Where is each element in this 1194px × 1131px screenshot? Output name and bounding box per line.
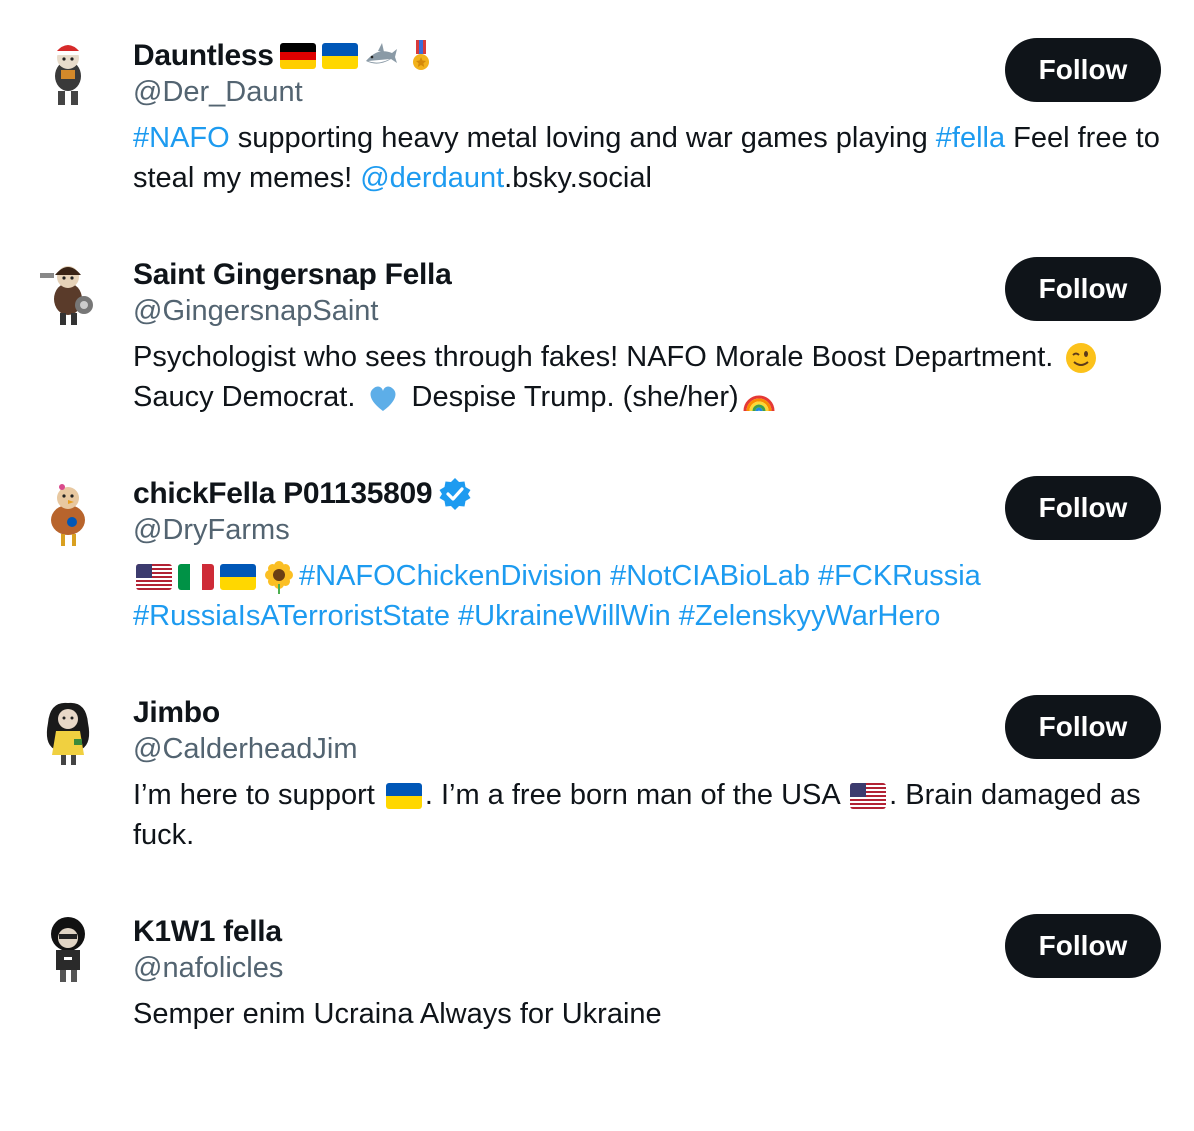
hashtag-link[interactable]: #NotCIABioLab (610, 560, 810, 592)
germany-flag-icon (279, 43, 316, 69)
avatar[interactable] (28, 912, 108, 992)
military-medal-icon (404, 39, 438, 73)
bio-text: .bsky.social (504, 162, 652, 194)
user-handle[interactable]: @CalderheadJim (133, 733, 357, 766)
bio-text (671, 600, 679, 632)
hashtag-link[interactable]: #NAFO (133, 122, 230, 154)
hashtag-link[interactable]: #fella (936, 122, 1005, 154)
sunflower-icon (262, 560, 296, 595)
rainbow-icon (742, 381, 776, 415)
hashtag-link[interactable]: #RussiaIsATerroristState (133, 600, 450, 632)
user-name[interactable]: Dauntless (133, 39, 274, 73)
blue-heart-icon (366, 381, 400, 415)
user-cell[interactable]: Jimbo @CalderheadJim Follow I’m here to … (0, 693, 1194, 912)
bio-text: supporting heavy metal loving and war ga… (229, 122, 936, 154)
user-bio: #NAFOChickenDivision #NotCIABioLab #FCKR… (133, 556, 1163, 636)
user-name[interactable]: K1W1 fella (133, 915, 282, 949)
shark-icon (364, 39, 398, 73)
follow-button[interactable]: Follow (1005, 914, 1161, 978)
hashtag-link[interactable]: #FCKRussia (818, 560, 981, 592)
user-name[interactable]: Saint Gingersnap Fella (133, 258, 452, 292)
avatar[interactable] (28, 36, 108, 116)
follow-button[interactable]: Follow (1005, 38, 1161, 102)
user-cell[interactable]: chickFella P01135809 @DryFarms Follow #N… (0, 474, 1194, 693)
bio-text (450, 600, 458, 632)
ukraine-flag-icon (321, 43, 358, 69)
bio-text: Psychologist who sees through fakes! NAF… (133, 341, 1062, 373)
verified-badge-icon (438, 477, 472, 511)
follow-button[interactable]: Follow (1005, 257, 1161, 321)
user-name[interactable]: Jimbo (133, 696, 220, 730)
usa-flag-icon (850, 783, 887, 810)
user-name-row[interactable]: Dauntless (133, 36, 438, 76)
bio-text: Despise Trump. (she/her) (403, 381, 739, 413)
user-name-row[interactable]: chickFella P01135809 (133, 474, 472, 514)
mention-link[interactable]: @derdaunt (360, 162, 504, 194)
user-bio: #NAFO supporting heavy metal loving and … (133, 118, 1163, 198)
user-name[interactable]: chickFella P01135809 (133, 477, 433, 511)
usa-flag-icon (136, 564, 172, 591)
user-name-row[interactable]: K1W1 fella (133, 912, 282, 952)
bio-text (810, 560, 818, 592)
ukraine-flag-icon (385, 783, 422, 810)
user-cell[interactable]: Saint Gingersnap Fella @GingersnapSaint … (0, 255, 1194, 474)
user-handle[interactable]: @nafolicles (133, 952, 283, 985)
user-bio: Semper enim Ucraina Always for Ukraine (133, 994, 1163, 1034)
bio-text: I’m here to support (133, 779, 383, 811)
bio-text: . I’m a free born man of the USA (424, 779, 848, 811)
user-name-row[interactable]: Saint Gingersnap Fella (133, 255, 452, 295)
who-to-follow-list: Dauntless @Der_Daunt Follow #NAFO suppor… (0, 0, 1194, 1056)
follow-button[interactable]: Follow (1005, 476, 1161, 540)
user-bio: I’m here to support . I’m a free born ma… (133, 775, 1163, 855)
bio-text: Semper enim Ucraina Always for Ukraine (133, 998, 662, 1030)
ukraine-flag-icon (220, 564, 256, 591)
bio-text (602, 560, 610, 592)
user-handle[interactable]: @Der_Daunt (133, 76, 303, 109)
user-handle[interactable]: @GingersnapSaint (133, 295, 378, 328)
avatar[interactable] (28, 474, 108, 554)
user-name-row[interactable]: Jimbo (133, 693, 220, 733)
avatar[interactable] (28, 255, 108, 335)
italy-flag-icon (178, 564, 214, 591)
avatar[interactable] (28, 693, 108, 773)
hashtag-link[interactable]: #NAFOChickenDivision (299, 560, 602, 592)
follow-button[interactable]: Follow (1005, 695, 1161, 759)
user-handle[interactable]: @DryFarms (133, 514, 290, 547)
winking-face-icon (1064, 341, 1098, 375)
bio-text: Saucy Democrat. (133, 381, 364, 413)
user-bio: Psychologist who sees through fakes! NAF… (133, 337, 1163, 417)
hashtag-link[interactable]: #UkraineWillWin (458, 600, 671, 632)
user-cell[interactable]: Dauntless @Der_Daunt Follow #NAFO suppor… (0, 36, 1194, 255)
hashtag-link[interactable]: #ZelenskyyWarHero (679, 600, 941, 632)
user-cell[interactable]: K1W1 fella @nafolicles Follow Semper eni… (0, 912, 1194, 1131)
